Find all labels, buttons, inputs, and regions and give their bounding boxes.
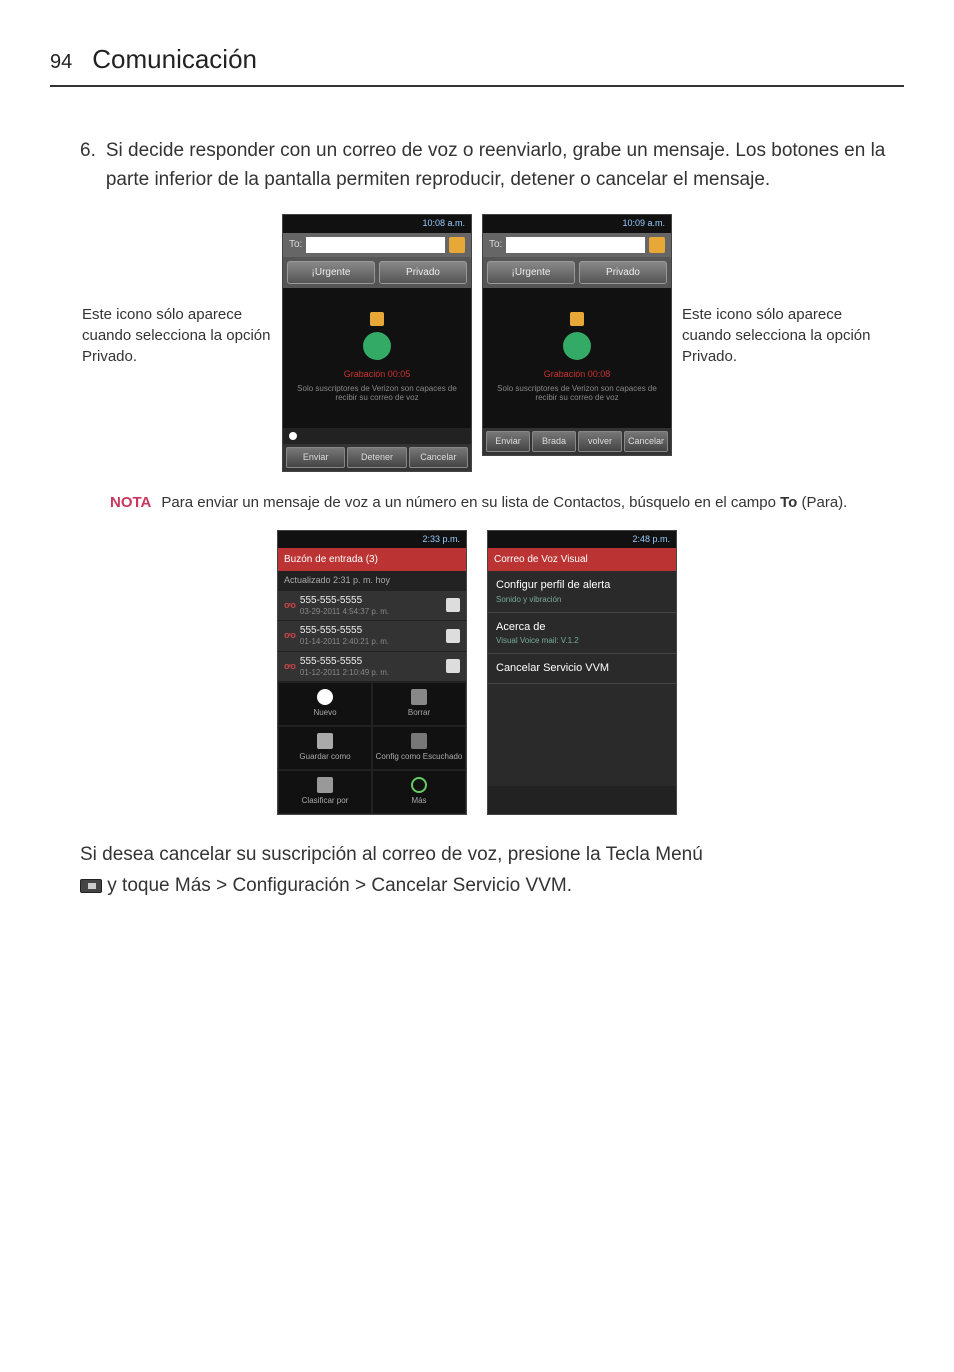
phone-screenshot-recording-a: 10:08 a.m. To: ¡Urgente Privado Grabació… xyxy=(282,214,472,472)
contact-icon[interactable] xyxy=(449,237,465,253)
voicemail-icon: ơo xyxy=(284,660,296,674)
microphone-icon[interactable] xyxy=(563,332,591,360)
annotation-left: Este icono sólo aparece cuando seleccion… xyxy=(82,304,272,367)
enviar-button[interactable]: Enviar xyxy=(286,447,345,469)
to-field-row: To: xyxy=(283,233,471,257)
recording-area: Grabación 00:05 Solo suscriptores de Ver… xyxy=(283,288,471,428)
lock-icon xyxy=(570,312,584,326)
cancelar-button[interactable]: Cancelar xyxy=(409,447,468,469)
privado-button[interactable]: Privado xyxy=(579,261,667,284)
status-bar: 10:09 a.m. xyxy=(483,215,671,233)
inbox-header: Buzón de entrada (3) xyxy=(278,548,466,571)
final-paragraph: Si desea cancelar su suscripción al corr… xyxy=(80,840,904,901)
status-bar: 10:08 a.m. xyxy=(283,215,471,233)
menu-grid: Nuevo Borrar Guardar como Config como Es… xyxy=(278,682,466,814)
progress-slider[interactable] xyxy=(283,428,471,444)
step-text: Si decide responder con un correo de voz… xyxy=(106,137,904,194)
recording-note: Solo suscriptores de Verizon son capaces… xyxy=(289,384,465,403)
cancelar-button[interactable]: Cancelar xyxy=(624,431,668,453)
mas-button[interactable]: Más xyxy=(372,770,466,814)
privado-button[interactable]: Privado xyxy=(379,261,467,284)
step-6: 6. Si decide responder con un correo de … xyxy=(80,137,904,194)
menu-key-icon xyxy=(80,879,102,893)
lock-icon xyxy=(370,312,384,326)
inbox-date: 03-29-2011 4:54:37 p. m. xyxy=(300,607,442,617)
inbox-item[interactable]: ơo 555-555-5555 01-12-2011 2:10:49 p. m. xyxy=(278,652,466,683)
bottom-buttons: Enviar Brada volver Cancelar xyxy=(483,428,671,456)
recording-label: Grabación 00:05 xyxy=(344,368,411,382)
page-header: 94 Comunicación xyxy=(50,40,904,87)
annotation-right: Este icono sólo aparece cuando seleccion… xyxy=(682,304,872,367)
recording-label: Grabación 00:08 xyxy=(544,368,611,382)
contact-icon[interactable] xyxy=(649,237,665,253)
flag-icon[interactable] xyxy=(446,598,460,612)
voicemail-icon: ơo xyxy=(284,629,296,643)
to-field-name: To xyxy=(780,494,797,511)
config-button[interactable]: Config como Escuchado xyxy=(372,726,466,770)
to-input[interactable] xyxy=(306,237,445,253)
phone-screenshot-menu: 2:48 p.m. Correo de Voz Visual Configur … xyxy=(487,530,677,816)
guardar-button[interactable]: Guardar como xyxy=(278,726,372,770)
inbox-date: 01-14-2011 2:40:21 p. m. xyxy=(300,637,442,647)
phone-screenshot-recording-b: 10:09 a.m. To: ¡Urgente Privado Grabació… xyxy=(482,214,672,456)
recording-area: Grabación 00:08 Solo suscriptores de Ver… xyxy=(483,288,671,428)
inbox-number: 555-555-5555 xyxy=(300,595,442,607)
configuracion-label: Configuración xyxy=(232,875,349,896)
inbox-item[interactable]: ơo 555-555-5555 01-14-2011 2:40:21 p. m. xyxy=(278,621,466,652)
to-label: To: xyxy=(289,237,302,252)
microphone-icon[interactable] xyxy=(363,332,391,360)
inbox-screenshots-row: 2:33 p.m. Buzón de entrada (3) Actualiza… xyxy=(50,530,904,816)
volver-button[interactable]: volver xyxy=(578,431,622,453)
brada-button[interactable]: Brada xyxy=(532,431,576,453)
inbox-item[interactable]: ơo 555-555-5555 03-29-2011 4:54:37 p. m. xyxy=(278,591,466,622)
inbox-number: 555-555-5555 xyxy=(300,656,442,668)
menu-item-cancel-vvm[interactable]: Cancelar Servicio VVM xyxy=(488,654,676,684)
menu-item-alert-profile[interactable]: Configur perfil de alerta Sonido y vibra… xyxy=(488,571,676,613)
nota-text: Para enviar un mensaje de voz a un númer… xyxy=(161,492,847,515)
enviar-button[interactable]: Enviar xyxy=(486,431,530,453)
phone-screenshot-inbox: 2:33 p.m. Buzón de entrada (3) Actualiza… xyxy=(277,530,467,816)
bottom-buttons: Enviar Detener Cancelar xyxy=(283,444,471,472)
inbox-date: 01-12-2011 2:10:49 p. m. xyxy=(300,668,442,678)
step-number: 6. xyxy=(80,137,96,194)
urgente-button[interactable]: ¡Urgente xyxy=(287,261,375,284)
flag-icon[interactable] xyxy=(446,629,460,643)
inbox-number: 555-555-5555 xyxy=(300,625,442,637)
to-field-row: To: xyxy=(483,233,671,257)
recording-note: Solo suscriptores de Verizon son capaces… xyxy=(489,384,665,403)
inbox-updated: Actualizado 2:31 p. m. hoy xyxy=(278,571,466,591)
urgente-button[interactable]: ¡Urgente xyxy=(487,261,575,284)
section-title: Comunicación xyxy=(92,40,257,79)
voicemail-icon: ơo xyxy=(284,599,296,613)
nota-label: NOTA xyxy=(110,492,151,515)
to-input[interactable] xyxy=(506,237,645,253)
menu-panel: Configur perfil de alerta Sonido y vibra… xyxy=(488,571,676,786)
urgency-buttons: ¡Urgente Privado xyxy=(283,257,471,288)
clasificar-button[interactable]: Clasificar por xyxy=(278,770,372,814)
mas-label: Más xyxy=(175,875,211,896)
menu-item-about[interactable]: Acerca de Visual Voice mail: V.1.2 xyxy=(488,613,676,655)
flag-icon[interactable] xyxy=(446,659,460,673)
to-label: To: xyxy=(489,237,502,252)
status-bar: 2:48 p.m. xyxy=(488,531,676,549)
tecla-menu-label: Tecla Menú xyxy=(606,844,703,865)
menu-header: Correo de Voz Visual xyxy=(488,548,676,571)
nota-row: NOTA Para enviar un mensaje de voz a un … xyxy=(110,492,904,515)
borrar-button[interactable]: Borrar xyxy=(372,682,466,726)
cancelar-vvm-label: Cancelar Servicio VVM xyxy=(371,875,566,896)
recording-screenshots-row: Este icono sólo aparece cuando seleccion… xyxy=(50,214,904,472)
detener-button[interactable]: Detener xyxy=(347,447,406,469)
page-number: 94 xyxy=(50,47,72,77)
urgency-buttons: ¡Urgente Privado xyxy=(483,257,671,288)
status-bar: 2:33 p.m. xyxy=(278,531,466,549)
nuevo-button[interactable]: Nuevo xyxy=(278,682,372,726)
